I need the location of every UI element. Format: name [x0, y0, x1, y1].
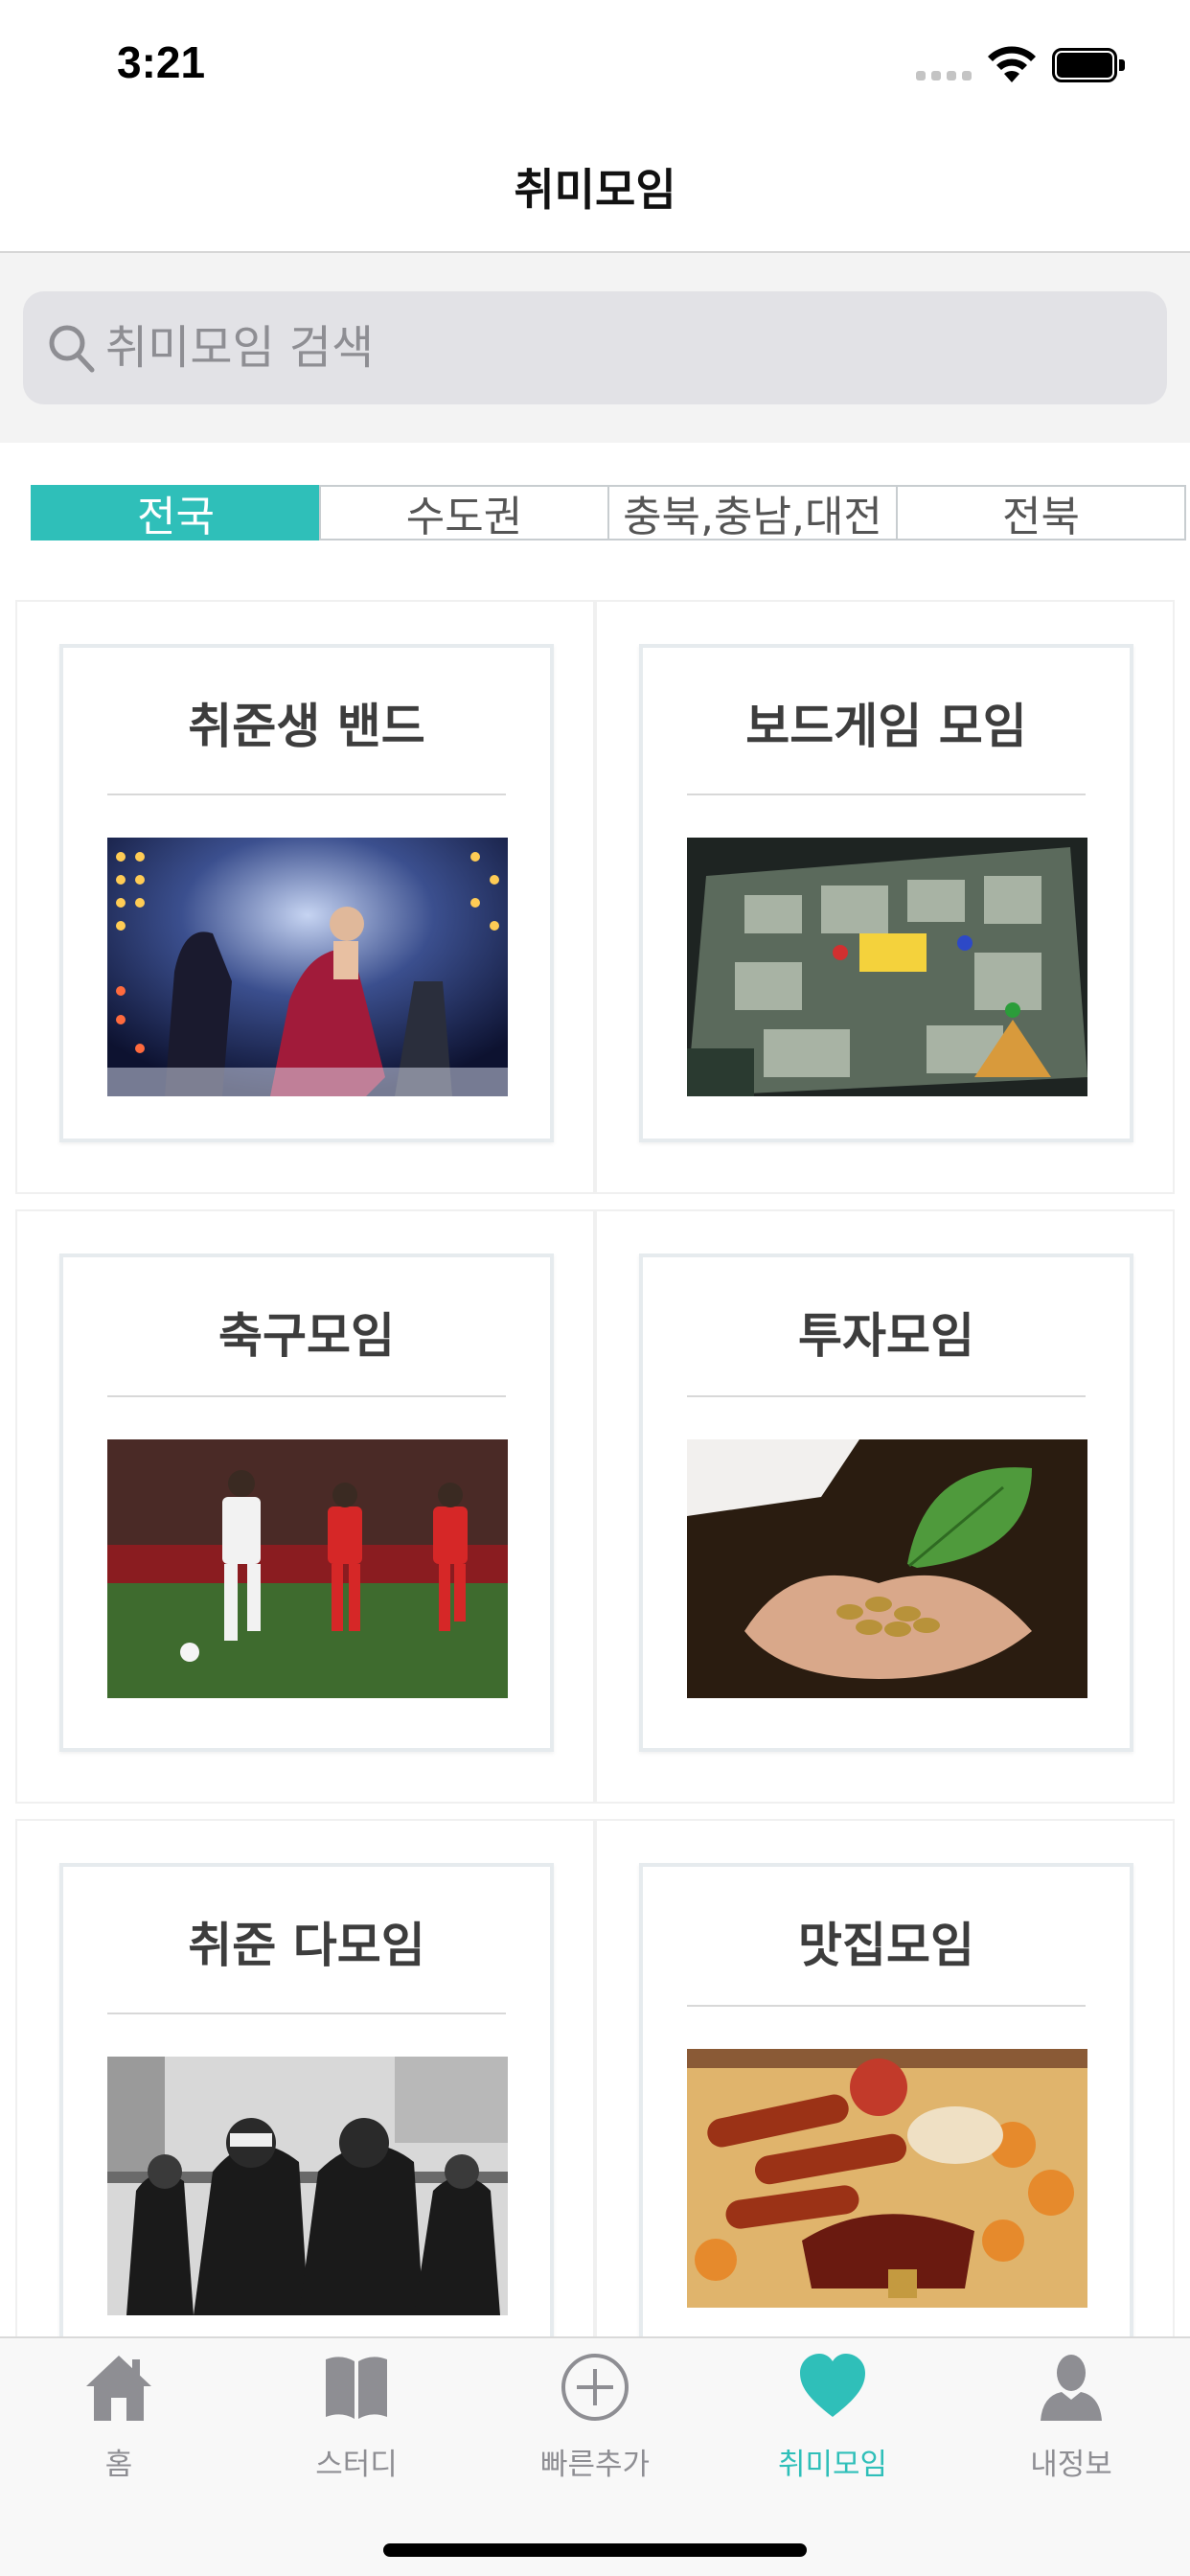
card-divider	[107, 1395, 506, 1397]
grilled-food-photo	[687, 2049, 1087, 2308]
card-divider	[687, 2005, 1086, 2007]
card-divider	[107, 2012, 506, 2014]
person-icon	[1041, 2355, 1102, 2421]
card-divider	[687, 794, 1086, 795]
search-area	[0, 253, 1190, 443]
wifi-icon	[988, 46, 1036, 82]
hiphop-group-photo	[107, 2057, 508, 2315]
group-title: 보드게임 모임	[745, 699, 1027, 754]
tab-label: 스터디	[315, 2448, 398, 2482]
navigation-bar: 취미모임	[0, 126, 1190, 253]
tab-hobby-groups[interactable]: 취미모임	[714, 2338, 951, 2501]
concert-band-photo	[107, 838, 508, 1096]
region-tab-chungcheong[interactable]: 충북,충남,대전	[607, 485, 898, 541]
group-card-jobseekers[interactable]: 취준 다모임	[59, 1863, 554, 2361]
board-game-photo	[687, 838, 1087, 1096]
tab-bar: 홈 스터디 빠른추가 취미모임 내정보	[0, 2336, 1190, 2576]
region-tab-nationwide[interactable]: 전국	[31, 485, 321, 541]
group-cell: 취준 다모임	[15, 1819, 595, 2361]
coins-in-hands-photo	[687, 1439, 1087, 1698]
group-title: 맛집모임	[798, 1918, 974, 1973]
tab-label: 빠른추가	[539, 2448, 651, 2482]
group-card-soccer[interactable]: 축구모임	[59, 1254, 554, 1752]
heart-icon	[800, 2354, 865, 2417]
group-card-band[interactable]: 취준생 밴드	[59, 644, 554, 1142]
card-divider	[107, 794, 506, 795]
tab-quick-add[interactable]: 빠른추가	[476, 2338, 714, 2501]
status-bar: 3:21	[0, 0, 1190, 126]
region-tab-capital[interactable]: 수도권	[319, 485, 609, 541]
cellular-signal-icon	[916, 71, 972, 82]
battery-icon	[1052, 48, 1125, 82]
group-cell: 맛집모임	[595, 1819, 1175, 2361]
status-time: 3:21	[117, 37, 206, 87]
group-cell: 축구모임	[15, 1209, 595, 1804]
card-divider	[687, 1395, 1086, 1397]
tab-label: 취미모임	[777, 2448, 888, 2482]
group-title: 취준 다모임	[188, 1918, 425, 1973]
tab-label: 내정보	[1030, 2448, 1112, 2482]
book-icon	[326, 2357, 387, 2419]
tab-label: 홈	[104, 2448, 133, 2482]
group-cell: 취준생 밴드	[15, 600, 595, 1194]
region-tab-jeonbuk[interactable]: 전북	[896, 485, 1186, 541]
tab-study[interactable]: 스터디	[238, 2338, 475, 2501]
group-title: 투자모임	[798, 1308, 974, 1364]
group-card-investment[interactable]: 투자모임	[639, 1254, 1133, 1752]
group-cell: 보드게임 모임	[595, 600, 1175, 1194]
group-card-restaurants[interactable]: 맛집모임	[639, 1863, 1133, 2361]
group-card-boardgame[interactable]: 보드게임 모임	[639, 644, 1133, 1142]
home-icon	[86, 2356, 151, 2421]
tab-my-info[interactable]: 내정보	[952, 2338, 1190, 2501]
soccer-match-photo	[107, 1439, 508, 1698]
plus-circle-icon	[561, 2354, 629, 2421]
search-input[interactable]	[105, 291, 1140, 404]
group-cell: 투자모임	[595, 1209, 1175, 1804]
region-segmented-control: 전국 수도권 충북,충남,대전 전북	[31, 485, 1190, 541]
group-title: 취준생 밴드	[188, 699, 425, 754]
search-bar[interactable]	[23, 291, 1167, 404]
home-indicator	[383, 2543, 807, 2557]
group-title: 축구모임	[218, 1308, 395, 1364]
search-icon	[49, 325, 95, 373]
tab-home[interactable]: 홈	[0, 2338, 238, 2501]
page-title: 취미모임	[514, 164, 676, 216]
